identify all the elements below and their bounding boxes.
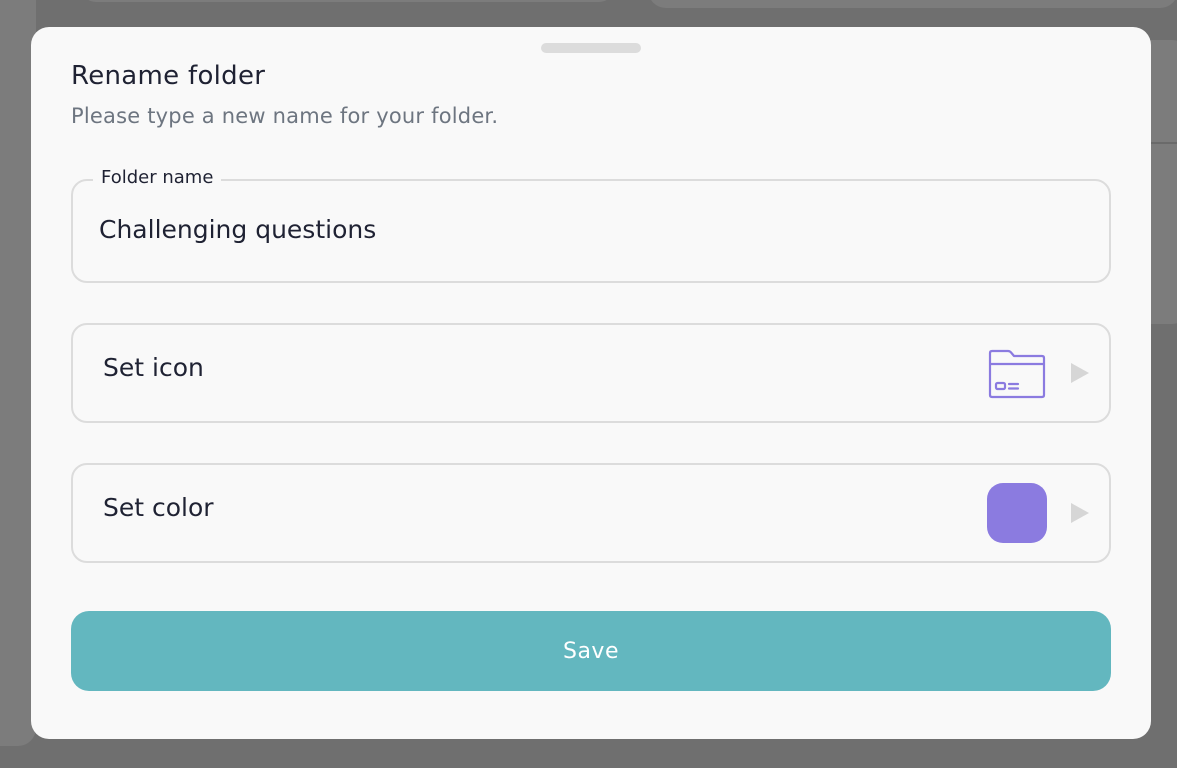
set-color-row[interactable]: Set color <box>71 463 1111 563</box>
chevron-right-icon <box>1071 363 1089 383</box>
drag-handle[interactable] <box>541 43 641 53</box>
background-card <box>648 0 1177 8</box>
dialog-subtitle: Please type a new name for your folder. <box>71 104 499 128</box>
set-color-label: Set color <box>103 493 214 522</box>
background-card <box>80 0 615 2</box>
folder-card-icon <box>988 349 1046 399</box>
set-icon-label: Set icon <box>103 353 204 382</box>
dialog-title: Rename folder <box>71 61 266 91</box>
save-button[interactable]: Save <box>71 611 1111 691</box>
background-divider <box>1150 142 1177 144</box>
selected-color-swatch <box>987 483 1047 543</box>
chevron-right-icon <box>1071 503 1089 523</box>
folder-name-field[interactable]: Folder name <box>71 166 1111 283</box>
folder-name-label: Folder name <box>93 166 222 190</box>
folder-name-input[interactable] <box>99 207 1079 251</box>
rename-folder-sheet: Rename folder Please type a new name for… <box>31 27 1151 739</box>
set-icon-row[interactable]: Set icon <box>71 323 1111 423</box>
